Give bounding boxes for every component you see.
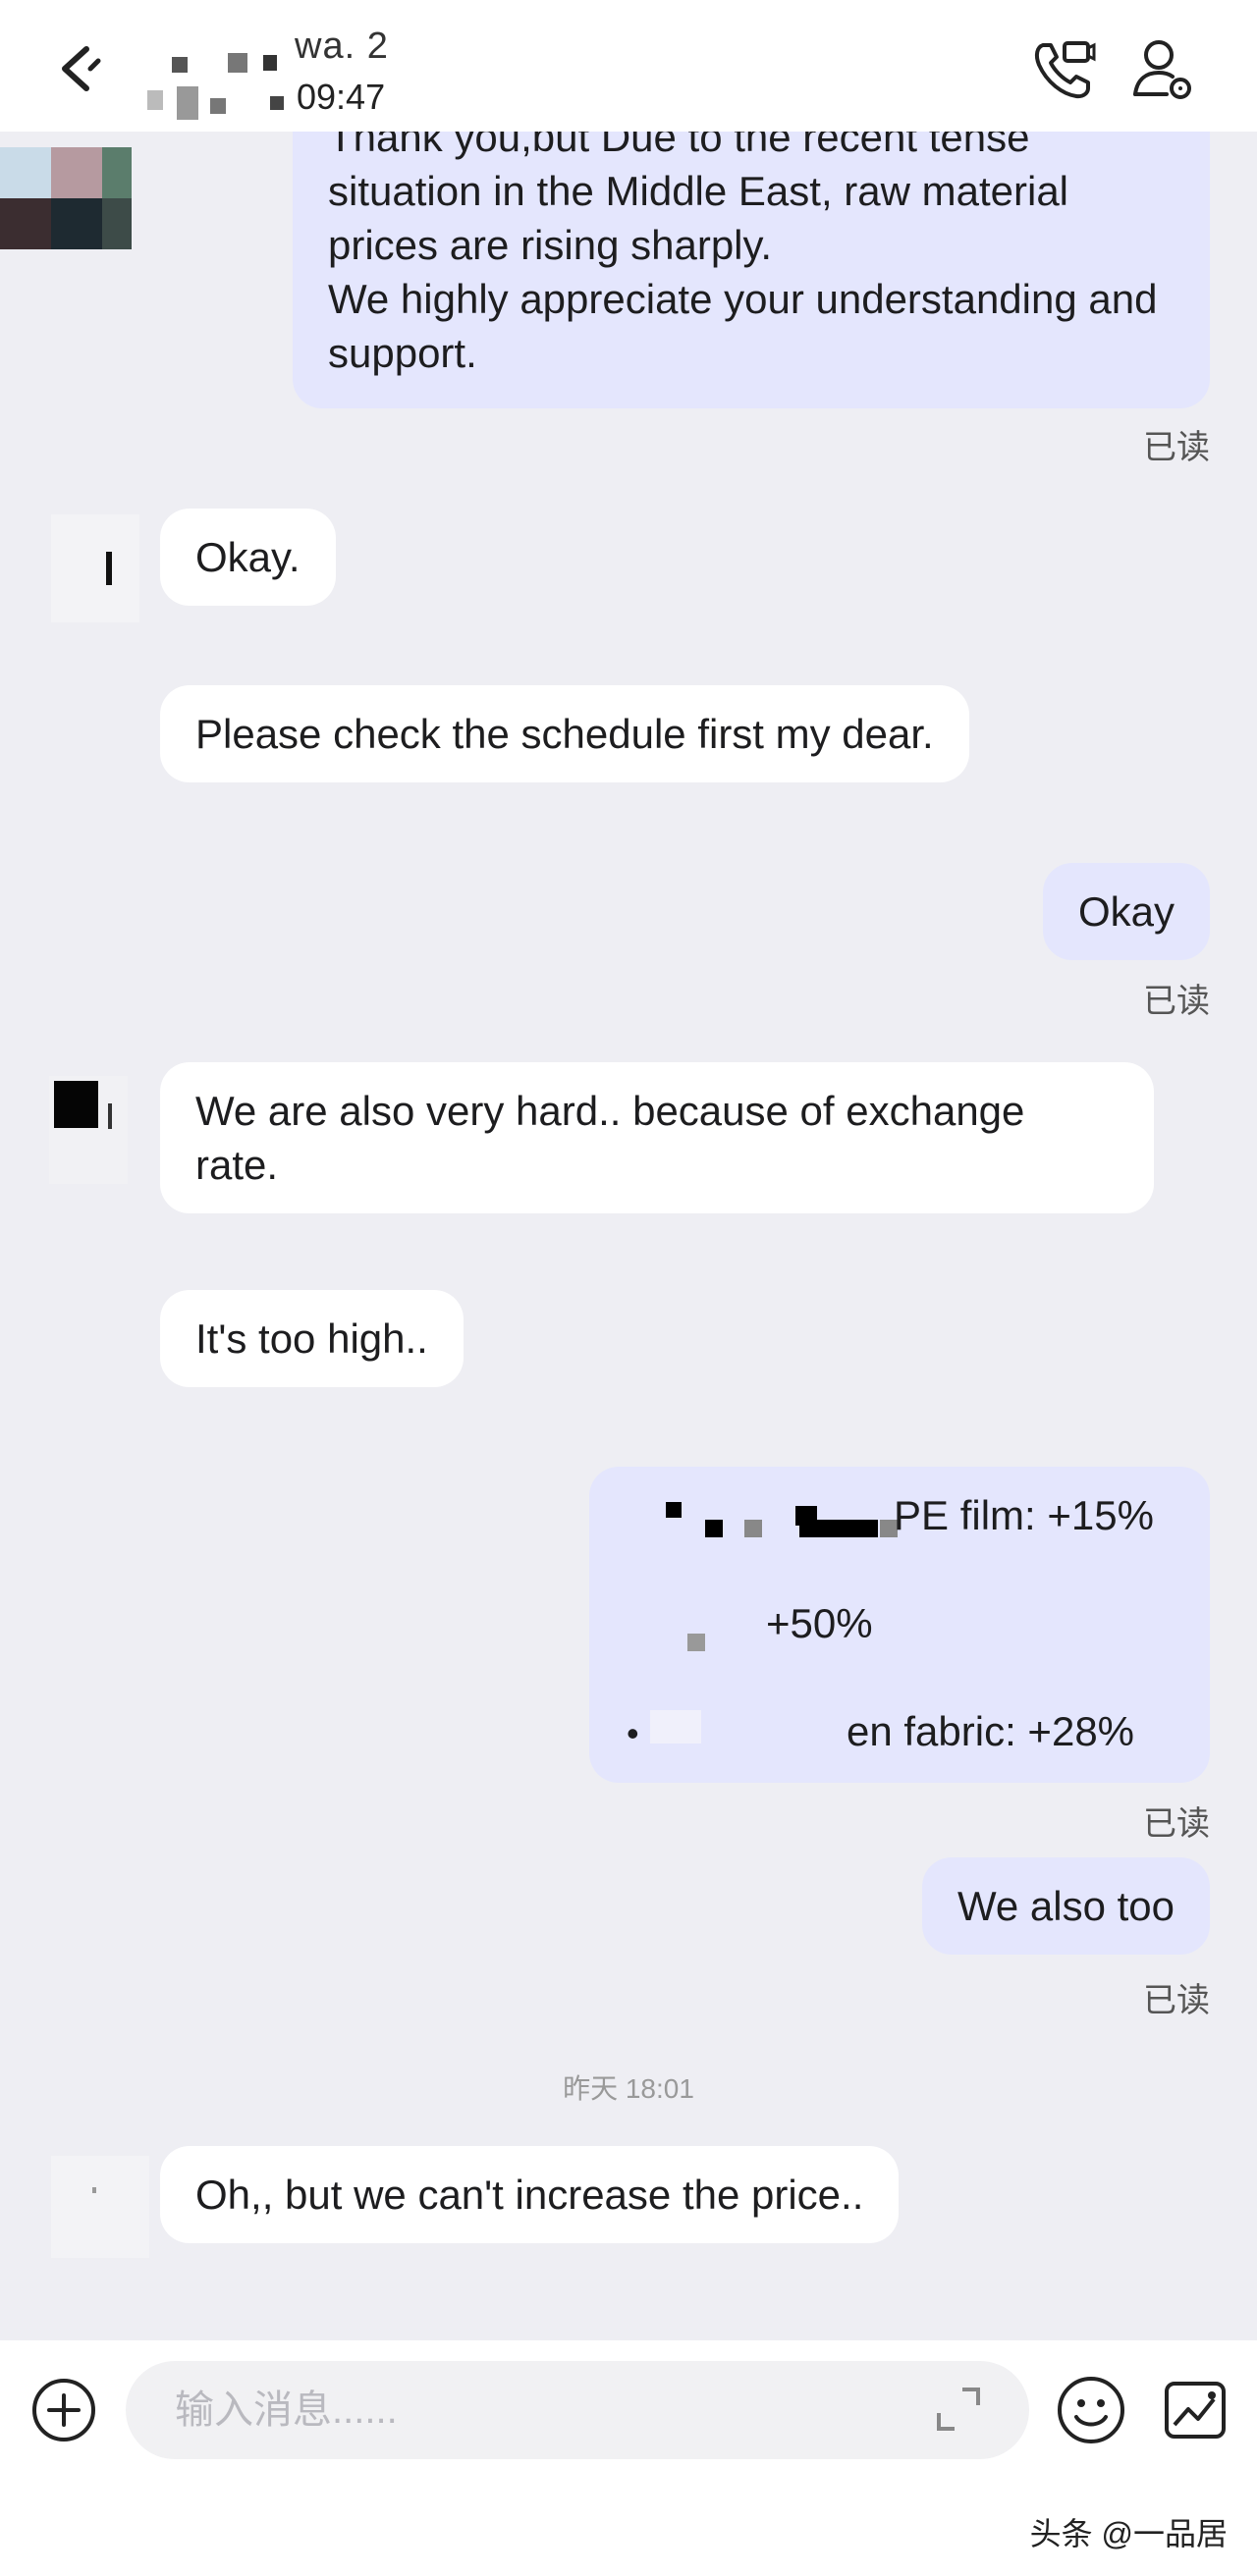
bullet-icon: • [627, 1713, 639, 1753]
message-bubble-incoming[interactable]: Okay. [160, 509, 336, 606]
contact-avatar-mosaic[interactable] [147, 39, 284, 128]
message-bubble-incoming[interactable]: Oh,, but we can't increase the price.. [160, 2146, 900, 2243]
message-bubble-incoming[interactable]: It's too high.. [160, 1290, 464, 1387]
emoji-icon[interactable] [1055, 2374, 1127, 2446]
message-bubble-incoming[interactable]: We are also very hard.. because of excha… [160, 1062, 1154, 1213]
list-item: en fabric: +28% [847, 1708, 1135, 1754]
profile-icon[interactable] [1127, 35, 1196, 104]
contact-subtitle: 09:47 [297, 77, 386, 117]
message-bubble-outgoing[interactable]: Thank you,but Due to the recent tense si… [293, 98, 1210, 408]
contact-name: wa. 2 [295, 26, 389, 59]
time-divider: 昨天 18:01 [563, 2073, 694, 2104]
avatar[interactable] [39, 1076, 147, 1184]
read-status: 已读 [1143, 983, 1210, 1020]
back-arrow-icon[interactable] [47, 39, 106, 98]
message-bubble-outgoing[interactable]: We also too [921, 1857, 1210, 1955]
watermark: 头条 @一品居 [1029, 2516, 1228, 2551]
phone-call-icon[interactable] [1027, 35, 1096, 104]
list-item: +50% [766, 1600, 873, 1646]
read-status: 已读 [1143, 429, 1210, 466]
plus-circle-icon[interactable] [29, 2376, 98, 2444]
avatar[interactable] [51, 2156, 159, 2264]
album-icon[interactable] [1161, 2376, 1230, 2444]
message-input[interactable] [126, 2361, 1029, 2459]
message-bubble-outgoing[interactable]: PE film: +15% +50% • en fabric: +28% [589, 1467, 1210, 1783]
read-status: 已读 [1143, 1982, 1210, 2019]
avatar[interactable] [51, 514, 159, 622]
message-bubble-incoming[interactable]: Please check the schedule first my dear. [160, 685, 969, 782]
chat-header: wa. 2 09:47 [0, 0, 1257, 132]
message-bubble-outgoing[interactable]: Okay [1042, 863, 1210, 960]
list-item: PE film: +15% [894, 1492, 1154, 1538]
avatar[interactable] [0, 147, 133, 257]
expand-icon[interactable] [933, 2384, 984, 2435]
read-status: 已读 [1143, 1805, 1210, 1843]
